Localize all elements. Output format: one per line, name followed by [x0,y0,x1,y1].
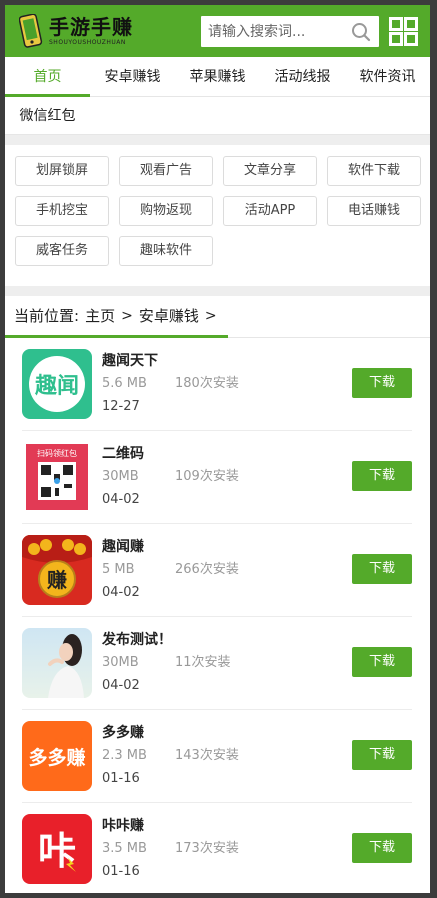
nav-item-events[interactable]: 活动线报 [260,57,345,96]
app-date: 04-02 [102,492,140,507]
download-button[interactable]: 下载 [352,461,412,491]
list-item[interactable]: 扫码领红包 二维码 30MB 109次安装 04-02 下载 [22,431,412,524]
app-installs: 143次安装 [175,748,239,763]
tag-button[interactable]: 电话赚钱 [327,196,421,226]
quwen-logo-icon: 趣闻 [22,349,92,419]
download-button[interactable]: 下载 [352,554,412,584]
category-tags: 划屏锁屏 观看广告 文章分享 软件下载 手机挖宝 购物返现 活动APP 电话赚钱… [5,145,430,286]
coin-char: 赚 [46,568,67,592]
nav-item-apple[interactable]: 苹果赚钱 [175,57,260,96]
app-date: 01-16 [102,771,140,786]
app-list: 趣闻 趣闻天下 5.6 MB 180次安装 12-27 下载 扫码领红包 二维码… [5,338,430,893]
qr-caption: 扫码领红包 [37,448,77,458]
section-divider [5,135,430,145]
main-nav: 首页 安卓赚钱 苹果赚钱 活动线报 软件资讯 [5,57,430,97]
app-installs: 266次安装 [175,562,239,577]
zhuan-coin-icon: 赚 [22,535,92,605]
portrait-photo-icon [22,628,92,698]
breadcrumb-separator: > [121,308,133,324]
header: 手游手赚 SHOUYOUSHOUZHUAN [5,5,430,57]
search-icon[interactable] [351,22,371,42]
breadcrumb-label: 当前位置: [14,307,80,325]
app-date: 04-02 [102,585,140,600]
duoduo-logo-text: 多多赚 [28,746,85,769]
section-divider [5,286,430,296]
tag-button[interactable]: 软件下载 [327,156,421,186]
app-installs: 173次安装 [175,841,239,856]
app-size: 5 MB [102,562,135,577]
nav-item-android[interactable]: 安卓赚钱 [90,57,175,96]
tag-button[interactable]: 活动APP [223,196,317,226]
nav-item-home[interactable]: 首页 [5,57,90,97]
nav-item-wechat-redpacket[interactable]: 微信红包 [5,97,90,134]
list-item[interactable]: 多多赚 多多赚 2.3 MB 143次安装 01-16 下载 [22,710,412,803]
tag-button[interactable]: 手机挖宝 [15,196,109,226]
app-installs: 11次安装 [175,655,231,670]
tag-button[interactable]: 趣味软件 [119,236,213,266]
app-date: 12-27 [102,399,140,414]
breadcrumb-home-link[interactable]: 主页 [85,296,115,336]
list-item[interactable]: 趣闻 趣闻天下 5.6 MB 180次安装 12-27 下载 [22,338,412,431]
svg-text:趣闻: 趣闻 [34,373,79,399]
app-size: 2.3 MB [102,748,147,763]
list-item[interactable]: 赚 趣闻赚 5 MB 266次安装 04-02 下载 [22,524,412,617]
search-input[interactable] [201,16,341,47]
app-date: 04-02 [102,678,140,693]
download-button[interactable]: 下载 [352,833,412,863]
kakazhuan-logo-icon: 咔 [22,814,92,884]
qr-code-icon: 扫码领红包 [22,442,92,512]
app-size: 30MB [102,655,139,670]
app-installs: 109次安装 [175,469,239,484]
download-button[interactable]: 下载 [352,368,412,398]
breadcrumb-current-link[interactable]: 安卓赚钱 [139,296,199,336]
tag-button[interactable]: 观看广告 [119,156,213,186]
app-size: 5.6 MB [102,376,147,391]
tag-button[interactable]: 购物返现 [119,196,213,226]
search-box [201,16,379,47]
app-date: 01-16 [102,864,140,879]
nav-item-news[interactable]: 软件资讯 [345,57,430,96]
app-frame: 手游手赚 SHOUYOUSHOUZHUAN 首页 安卓赚钱 苹果赚钱 活动线报 … [5,5,430,893]
tag-button[interactable]: 划屏锁屏 [15,156,109,186]
phone-logo-icon [19,14,43,48]
site-logo[interactable]: 手游手赚 SHOUYOUSHOUZHUAN [19,12,149,50]
list-item[interactable]: 咔 咔咔赚 3.5 MB 173次安装 01-16 下载 [22,803,412,893]
main-nav-row2: 微信红包 [5,97,430,135]
breadcrumb-separator: > [204,308,217,324]
app-size: 30MB [102,469,139,484]
logo-subtitle: SHOUYOUSHOUZHUAN [49,39,126,46]
tag-button[interactable]: 威客任务 [15,236,109,266]
breadcrumb: 当前位置: 主页 > 安卓赚钱 > [5,296,430,338]
tag-button[interactable]: 文章分享 [223,156,317,186]
app-size: 3.5 MB [102,841,147,856]
duoduozhuan-logo-icon: 多多赚 [22,721,92,791]
grid-menu-icon[interactable] [389,17,418,46]
app-installs: 180次安装 [175,376,239,391]
list-item[interactable]: 发布测试！ 30MB 11次安装 04-02 下载 [22,617,412,710]
logo-title: 手游手赚 [49,15,133,39]
download-button[interactable]: 下载 [352,647,412,677]
download-button[interactable]: 下载 [352,740,412,770]
